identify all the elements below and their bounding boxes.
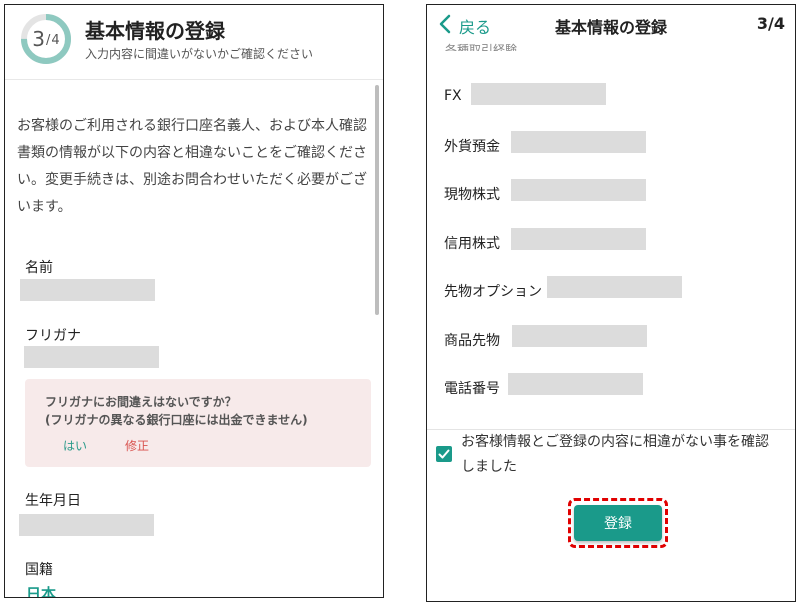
futures-options-label: 先物オプション [444, 284, 542, 300]
commodity-futures-value-redacted [512, 325, 647, 347]
right-screen: 基本情報の登録 戻る 3/4 各種取引経験 FX 外貨預金 現物株式 信用株式 … [426, 4, 796, 602]
page-title: 基本情報の登録 [85, 19, 225, 43]
scrollbar[interactable] [375, 85, 379, 315]
back-button[interactable]: 戻る [459, 14, 491, 38]
birthdate-label: 生年月日 [25, 493, 81, 509]
margin-stock-value-redacted [511, 228, 646, 250]
warning-question: フリガナにお間違えはないですか？ [45, 395, 237, 409]
left-screen: 3/4 基本情報の登録 入力内容に間違いがないかご確認ください お客様のご利用さ… [4, 4, 384, 598]
nationality-value: 日本 [26, 585, 57, 598]
warning-fix-link[interactable]: 修正 [125, 437, 149, 454]
name-label: 名前 [25, 260, 53, 276]
phone-value-redacted [508, 373, 643, 395]
partial-section-label: 各種取引経験 [445, 43, 518, 51]
progress-total: 4 [51, 33, 60, 48]
page-subtitle: 入力内容に間違いがないかご確認ください [85, 47, 314, 61]
intro-text: お客様のご利用される銀行口座名義人、および本人確認書類の情報が以下の内容と相違な… [17, 118, 367, 215]
left-header: 3/4 基本情報の登録 入力内容に間違いがないかご確認ください [5, 5, 383, 80]
warning-note: (フリガナの異なる銀行口座には出金できません) [45, 413, 308, 427]
nationality-label: 国籍 [25, 562, 53, 578]
furigana-label: フリガナ [25, 328, 81, 344]
furigana-warning: フリガナにお間違えはないですか？ (フリガナの異なる銀行口座には出金できません)… [25, 379, 371, 467]
fx-value-redacted [471, 83, 606, 105]
furigana-value-redacted [24, 346, 159, 368]
name-value-redacted [20, 279, 155, 301]
submit-button[interactable]: 登録 [574, 505, 662, 541]
margin-stock-label: 信用株式 [444, 236, 500, 252]
commodity-futures-label: 商品先物 [444, 333, 500, 349]
foreign-deposit-value-redacted [511, 131, 646, 153]
spot-stock-label: 現物株式 [444, 187, 500, 203]
phone-label: 電話番号 [444, 381, 500, 397]
confirm-checkbox[interactable] [436, 446, 452, 462]
warning-yes-link[interactable]: はい [63, 437, 87, 454]
foreign-deposit-label: 外貨預金 [444, 139, 500, 155]
spot-stock-value-redacted [511, 179, 646, 201]
progress-current: 3 [32, 27, 46, 51]
progress-indicator: 3/4 [32, 27, 60, 51]
step-indicator: 3/4 [756, 14, 785, 33]
confirm-text: お客様情報とご登録の内容に相違がない事を確認しました [461, 434, 769, 475]
birthdate-value-redacted [19, 514, 154, 536]
fx-label: FX [444, 88, 462, 104]
futures-options-value-redacted [547, 276, 682, 298]
